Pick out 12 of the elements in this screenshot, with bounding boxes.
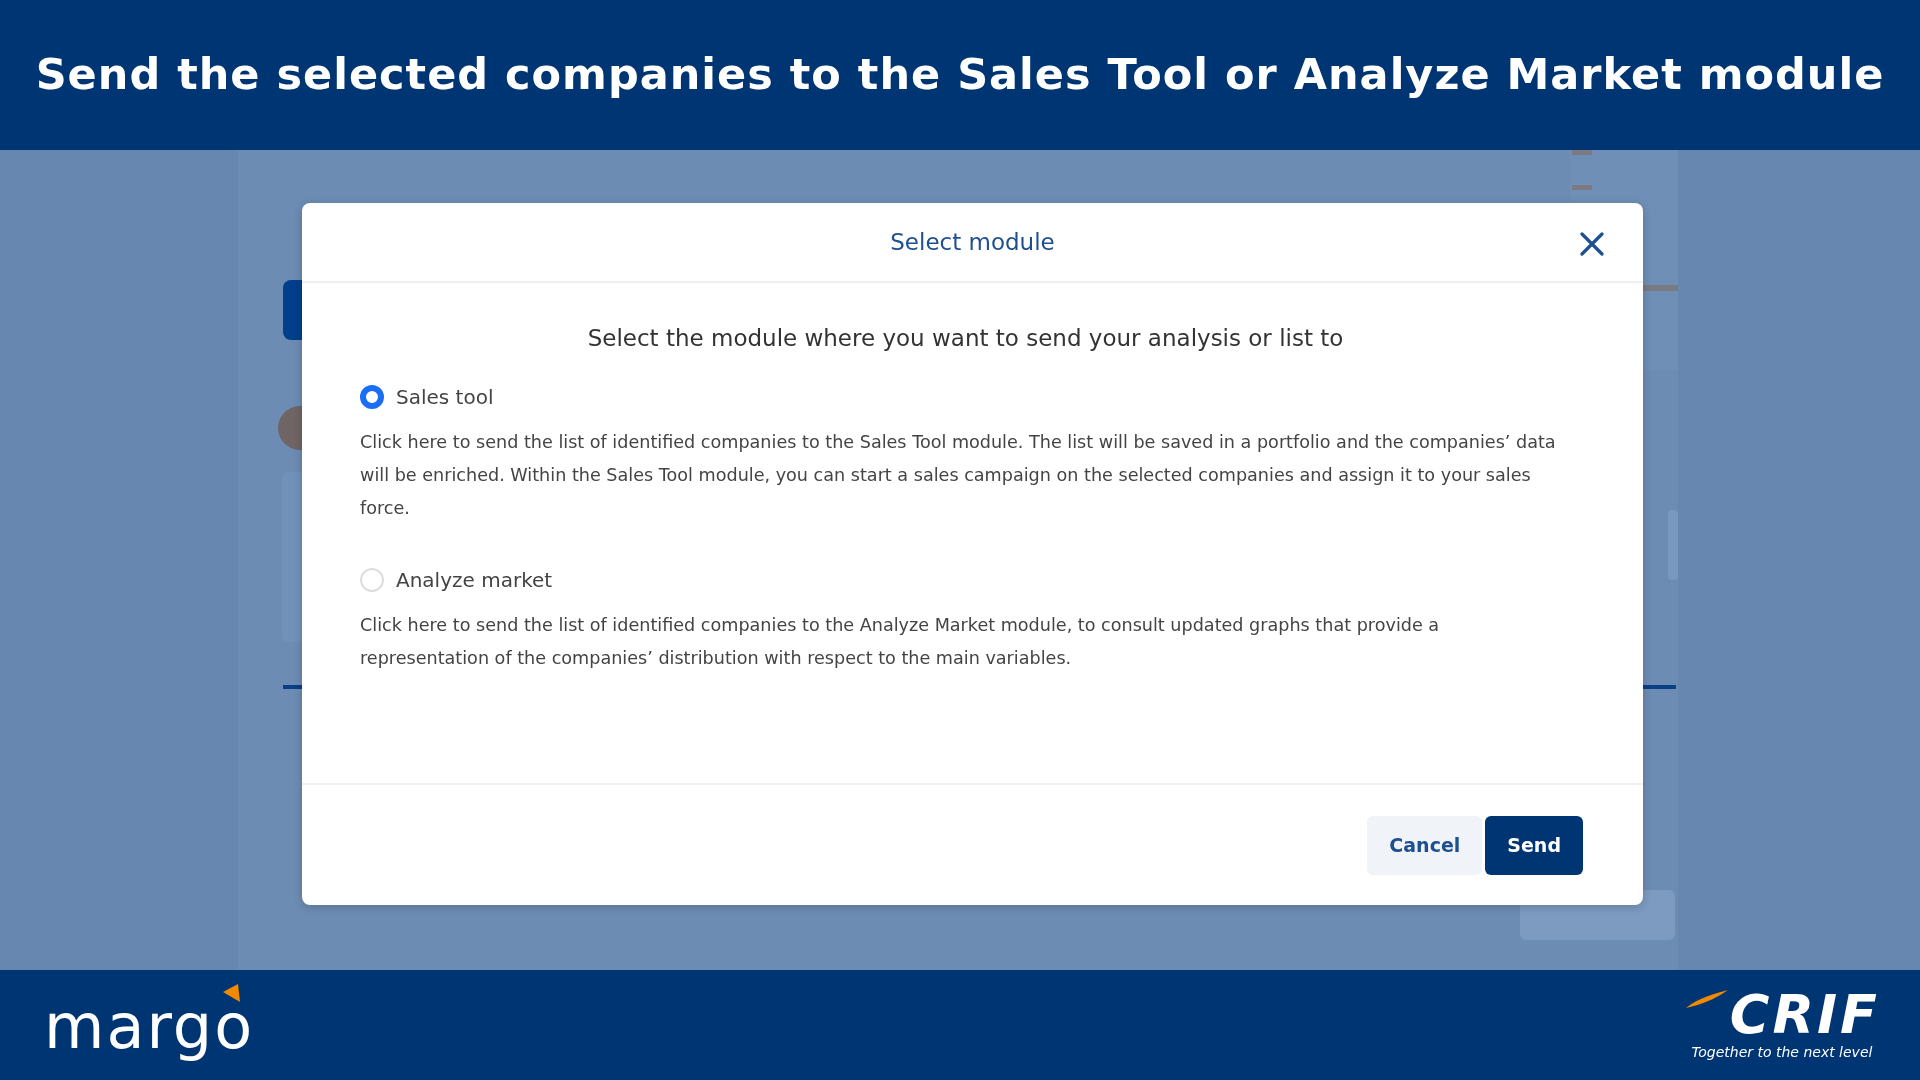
send-button[interactable]: Send	[1485, 815, 1583, 875]
option-label[interactable]: Sales tool	[396, 381, 494, 412]
cancel-button[interactable]: Cancel	[1367, 815, 1483, 875]
dialog-prompt: Select the module where you want to send your analysis or list to	[586, 324, 1345, 353]
dialog-title: Select module	[890, 227, 1055, 257]
crif-logo: CRIF Together to the next level	[1683, 987, 1880, 1063]
option-description: Click here to send the list of identified companies to the Sales Tool module. The list will be saved in a portfolio and the companies’ data will be enriched. Within the Sales Tool module, you can start a sales campaign on the selected companies and assign it to your sales force.	[360, 430, 1557, 520]
option-description: Click here to send the list of identified companies to the Analyze Market module, to consult updated graphs that provide a representation of the companies’ distribution with respect to the main variables.	[360, 613, 1441, 670]
radio-button[interactable]	[360, 384, 384, 409]
banner-title: Send the selected companies to the Sales Tool or Analyze Market module	[35, 49, 1885, 101]
margo-logo: margo	[44, 980, 259, 1070]
option-label[interactable]: Analyze market	[396, 564, 553, 595]
